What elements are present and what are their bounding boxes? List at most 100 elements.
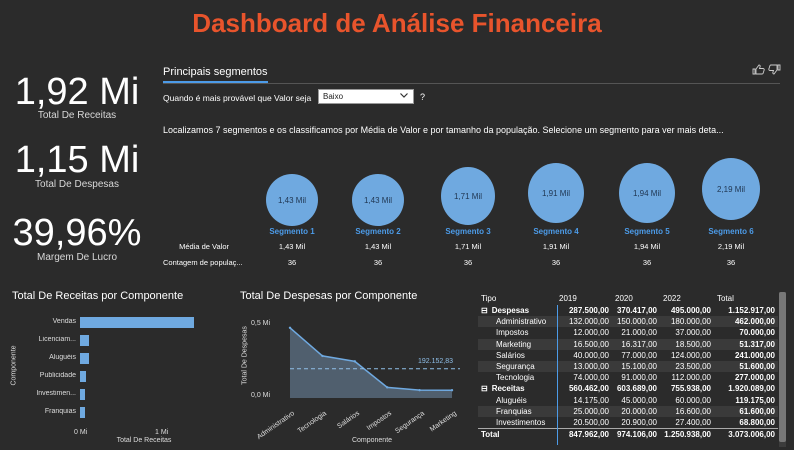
segment-6-label[interactable]: Segmento 6 [691,227,771,236]
matrix-row-label: Impostos [496,328,529,338]
kpi-total-receitas-value: 1,92 Mi [14,71,140,113]
despesas-y-tick-top: 0,5 Mi [251,320,271,327]
despesas-point[interactable] [418,388,421,392]
kpi-total-despesas-value: 1,15 Mi [14,139,140,181]
matrix-row[interactable]: Salários 40.000,00 77.000,00 124.000,00 241.… [478,350,778,361]
matrix-scrollbar-thumb[interactable] [779,292,786,442]
segments-description: Localizamos 7 segmentos e os classificam… [163,125,724,135]
matrix-cell: 119.175,00 [735,395,775,405]
matrix-cell: 25.000,00 [556,405,612,417]
expand-collapse-icon[interactable]: ⊟ [481,384,488,393]
matrix-cell: 277.000,00 [734,373,775,383]
matrix-cell: 68.800,00 [739,417,775,427]
matrix-row[interactable]: Tecnologia 74.000,00 91.000,00 112.000,00 27… [478,372,778,383]
segment-6-bubble[interactable]: 2,19 Mil [702,158,760,220]
matrix-cell: 150.000,00 [612,316,660,328]
segment-3-label[interactable]: Segmento 3 [428,227,508,236]
segment-5-label[interactable]: Segmento 5 [607,227,687,236]
segment-5-bubble[interactable]: 1,94 Mil [619,163,675,223]
matrix-cell: 23.500,00 [660,360,714,373]
matrix-cell: 51.317,00 [714,338,778,350]
despesas-y-axis-title: Total De Despesas [241,326,249,385]
receitas-category-label: Aluguéis [49,354,76,361]
receitas-bars [80,316,200,428]
row-label-contagem: Contagem de populaç... [163,258,243,267]
value-dropdown[interactable]: Baixo [318,89,414,104]
matrix-total-row[interactable]: Total 847.962,00 974.106,00 1.250.938,00 3.0… [478,428,778,441]
matrix-group-row[interactable]: ⊟ Despesas 287.500,00 370.417,00 495.000,00 1… [478,305,778,316]
segment-3-bubble[interactable]: 1,71 Mil [441,167,495,225]
segment-4-label[interactable]: Segmento 4 [516,227,596,236]
matrix-cell: 37.000,00 [675,328,711,338]
matrix-cell: 847.962,00 [556,428,612,441]
matrix-header-2022[interactable]: 2022 [660,291,714,305]
matrix-cell: 16.500,00 [556,338,612,350]
segment-6-count: 36 [726,258,736,267]
receitas-category-label: Investimen... [36,390,76,397]
receitas-category-labels: Vendas Licenciam... Aluguéis Publicidade Inv… [10,316,80,428]
receitas-bar[interactable] [80,389,86,400]
matrix-header-2019[interactable]: 2019 [556,291,612,305]
despesas-x-axis-title: Componente [351,437,393,444]
financial-matrix: Tipo 2019 2020 2022 Total ⊟ Despesas 287.5… [478,291,778,441]
matrix-cell: 45.000,00 [621,395,657,405]
matrix-cell: 20.000,00 [612,405,660,417]
matrix-cell: 16.600,00 [660,405,714,417]
thumbs-down-icon[interactable] [768,64,781,78]
receitas-bar[interactable] [80,353,90,364]
matrix-cell: 16.317,00 [612,338,660,350]
expand-collapse-icon[interactable]: ⊟ [481,306,488,315]
receitas-bar[interactable] [80,407,85,418]
matrix-row-label: Segurança [496,362,535,372]
segment-2-bubble[interactable]: 1,43 Mil [352,174,404,226]
segment-1-bubble[interactable]: 1,43 Mil [266,174,318,226]
kpi-total-despesas-label: Total De Despesas [35,179,119,190]
segment-1-label[interactable]: Segmento 1 [252,227,332,236]
matrix-cell: 495.000,00 [670,306,711,316]
matrix-header-tipo[interactable]: Tipo [478,291,556,305]
receitas-bar[interactable] [80,317,194,328]
matrix-row[interactable]: Segurança 13.000,00 15.100,00 23.500,00 51.6… [478,360,778,373]
segment-5-avg: 1,94 Mil [633,242,661,251]
matrix-row-label: Receitas [491,384,525,394]
tab-principais-segmentos[interactable]: Principais segmentos [163,66,268,83]
matrix-cell: 462.000,00 [714,316,778,328]
kpi-margem-lucro-label: Margem De Lucro [36,252,118,263]
matrix-cell: 112.000,00 [671,373,711,383]
matrix-header-total[interactable]: Total [714,291,778,305]
matrix-row[interactable]: Marketing 16.500,00 16.317,00 18.500,00 51.3… [478,338,778,350]
matrix-cell: 70.000,00 [739,328,775,338]
despesas-point[interactable] [353,360,356,363]
matrix-row-label: Administrativo [496,317,547,327]
matrix-row[interactable]: Aluguéis 14.175,00 45.000,00 60.000,00 119.1… [478,395,778,406]
matrix-cell: 40.000,00 [573,350,609,360]
despesas-point[interactable] [321,354,324,358]
matrix-row-label: Aluguéis [496,395,527,405]
dropdown-value: Baixo [323,92,344,101]
matrix-row[interactable]: Franquias 25.000,00 20.000,00 16.600,00 61.6… [478,405,778,417]
matrix-row[interactable]: Administrativo 132.000,00 150.000,00 180.00… [478,316,778,328]
despesas-point[interactable] [288,326,292,329]
despesas-point[interactable] [386,386,389,389]
matrix-cell: 15.100,00 [612,360,660,373]
matrix-cell: 370.417,00 [616,306,657,316]
segment-3-count: 36 [463,258,473,267]
chevron-down-icon [399,90,409,103]
matrix-row[interactable]: Impostos 12.000,00 21.000,00 37.000,00 70.00… [478,327,778,338]
segment-6-avg: 2,19 Mil [717,242,745,251]
receitas-bar[interactable] [80,335,90,346]
receitas-category-label: Licenciam... [38,336,76,343]
matrix-row[interactable]: Investimentos 20.500,00 20.900,00 27.400,00… [478,417,778,429]
matrix-cell: 77.000,00 [621,350,657,360]
despesas-point[interactable] [450,388,454,392]
matrix-header-2020[interactable]: 2020 [612,291,660,305]
thumbs-up-icon[interactable] [752,64,765,78]
help-icon[interactable]: ? [420,92,425,102]
segment-2-avg: 1,43 Mil [364,242,392,251]
matrix-cell: 1.250.938,00 [660,428,714,441]
receitas-category-label: Publicidade [39,372,76,379]
receitas-bar[interactable] [80,371,86,382]
segment-4-bubble[interactable]: 1,91 Mil [528,163,584,223]
matrix-group-row[interactable]: ⊟ Receitas 560.462,00 603.689,00 755.938,00 1… [478,383,778,394]
segment-2-label[interactable]: Segmento 2 [338,227,418,236]
